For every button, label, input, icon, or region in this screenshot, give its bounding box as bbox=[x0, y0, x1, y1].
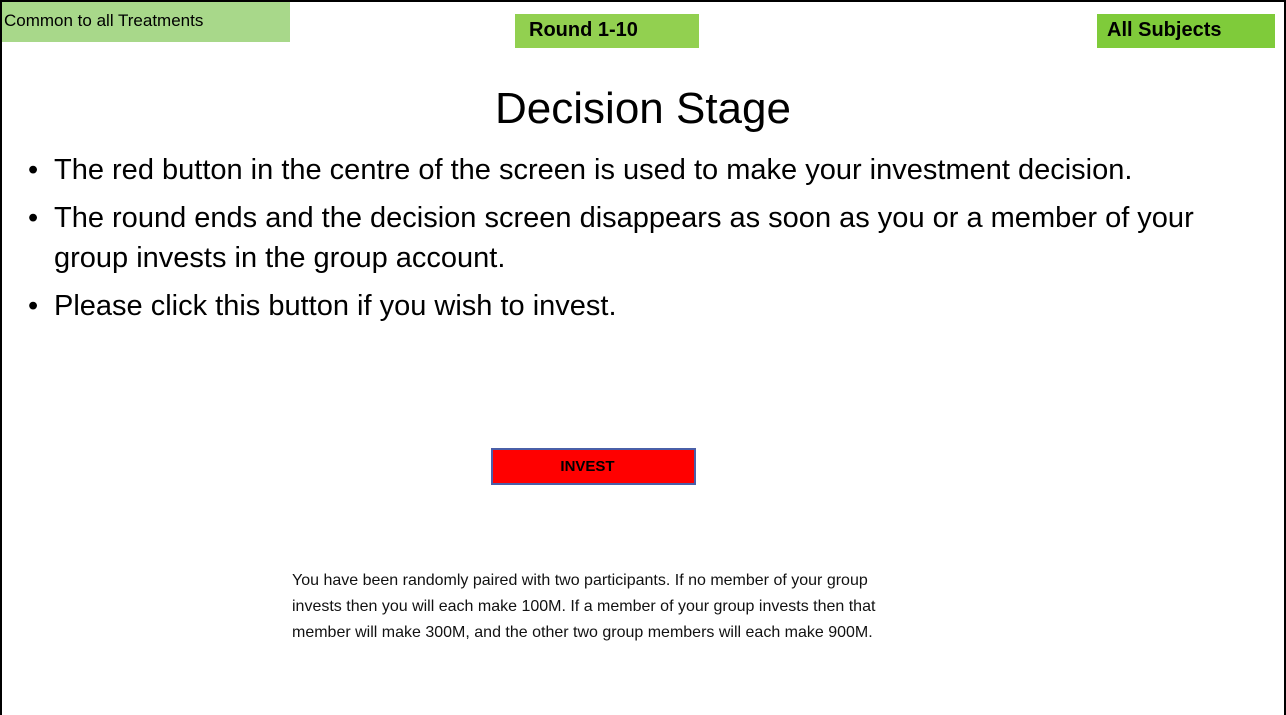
bullet-text: Please click this button if you wish to … bbox=[54, 290, 617, 322]
bullet-item: • Please click this button if you wish t… bbox=[22, 286, 1252, 326]
treatment-tag: Common to all Treatments bbox=[2, 2, 290, 42]
round-tag: Round 1-10 bbox=[515, 14, 699, 48]
invest-button[interactable]: INVEST bbox=[491, 448, 696, 485]
bullet-dot-icon: • bbox=[28, 290, 39, 322]
bullet-dot-icon: • bbox=[28, 154, 39, 186]
slide: Common to all Treatments Round 1-10 All … bbox=[0, 0, 1286, 715]
bullet-item: • The round ends and the decision screen… bbox=[22, 198, 1252, 278]
bullet-text: The red button in the centre of the scre… bbox=[54, 154, 1133, 186]
info-text: You have been randomly paired with two p… bbox=[292, 572, 876, 641]
subjects-tag: All Subjects bbox=[1097, 14, 1275, 48]
page-title: Decision Stage bbox=[495, 84, 791, 133]
bullet-text: The round ends and the decision screen d… bbox=[54, 202, 1194, 274]
bullet-item: • The red button in the centre of the sc… bbox=[22, 150, 1252, 190]
bullet-dot-icon: • bbox=[28, 202, 39, 234]
bullet-list: • The red button in the centre of the sc… bbox=[22, 150, 1252, 334]
